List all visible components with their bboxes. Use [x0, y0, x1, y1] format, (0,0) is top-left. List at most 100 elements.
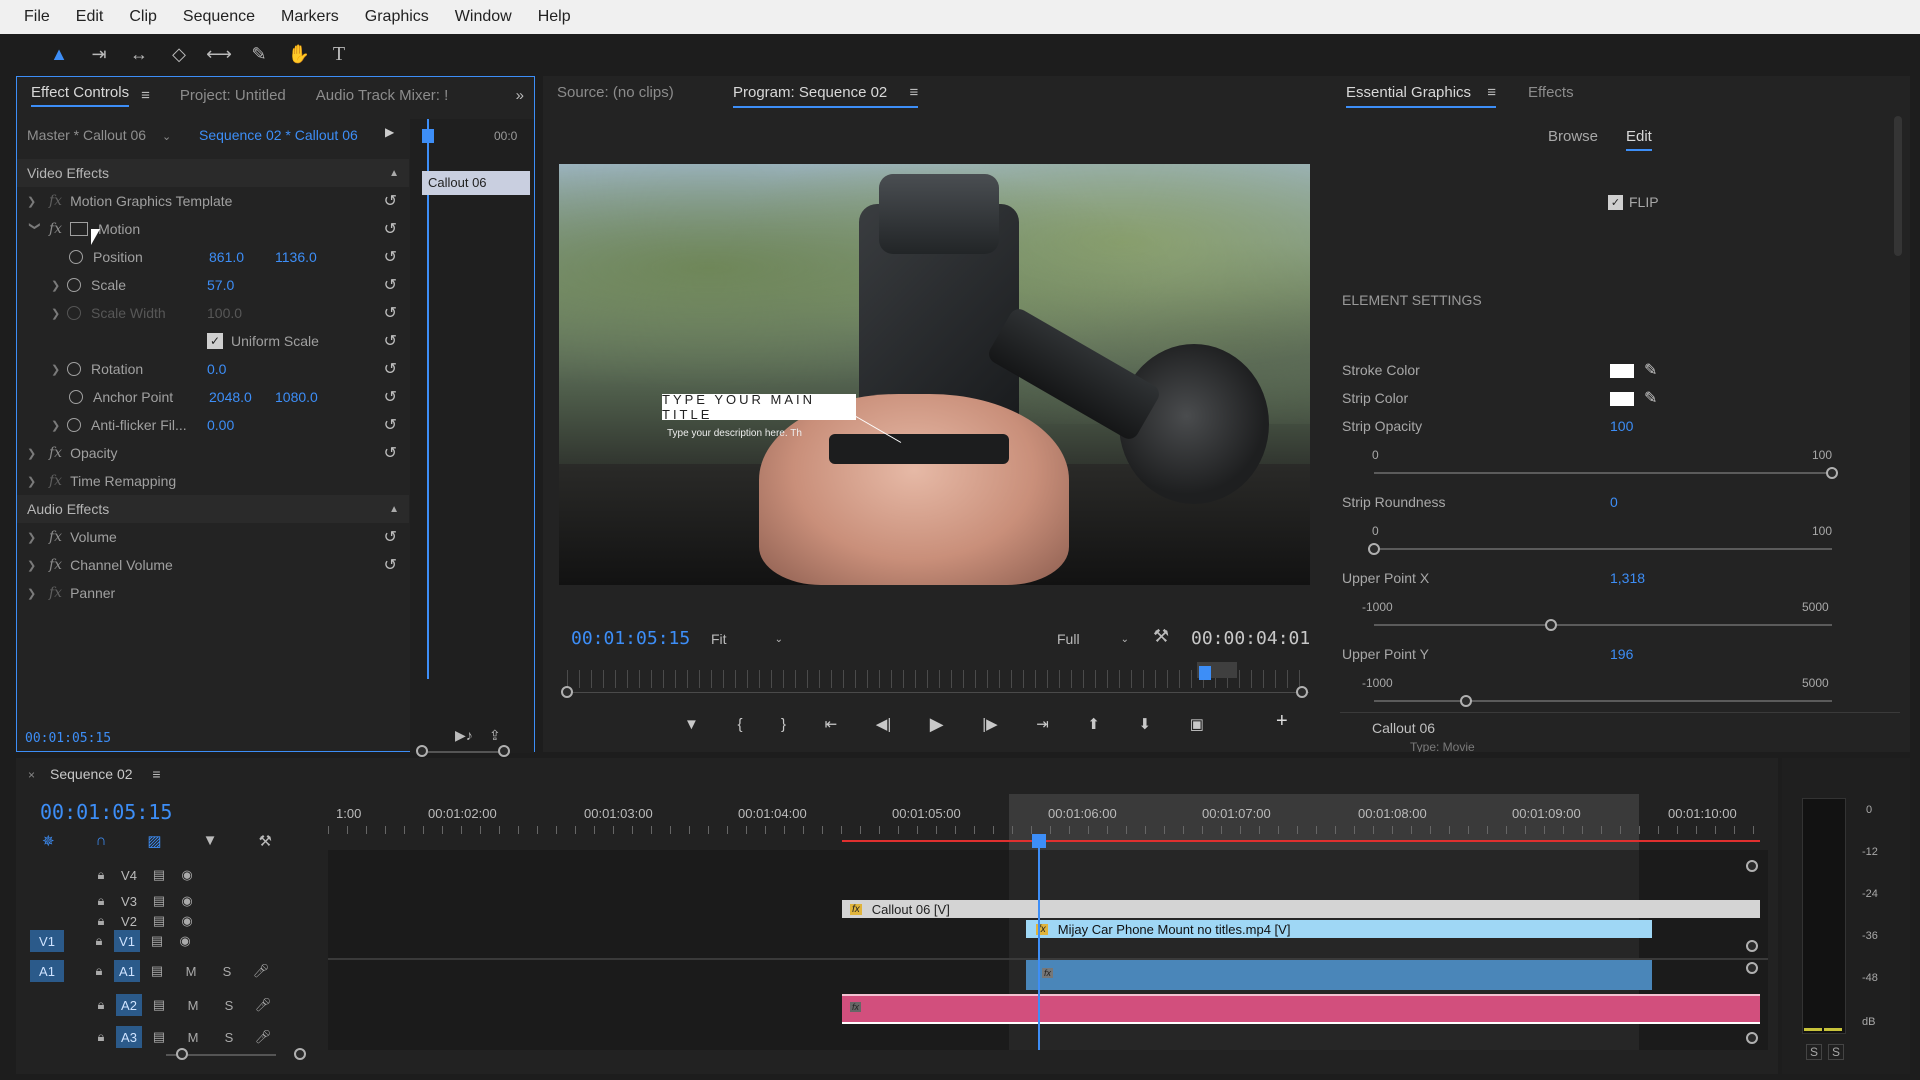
anti-flicker-value[interactable]: 0.00: [207, 417, 234, 433]
source-patch-a1[interactable]: A1: [30, 960, 64, 982]
zoom-dropdown[interactable]: Fit ⌄: [705, 628, 789, 650]
reset-icon[interactable]: ↺: [384, 387, 397, 407]
expand-chevron-icon[interactable]: ❯: [51, 279, 67, 292]
menu-graphics[interactable]: Graphics: [365, 8, 429, 26]
lift-icon[interactable]: ⬆: [1087, 715, 1100, 733]
go-to-out-icon[interactable]: ⇥: [1036, 715, 1049, 733]
browse-tab[interactable]: Browse: [1548, 128, 1598, 145]
edit-tab[interactable]: Edit: [1626, 128, 1652, 151]
tab-program[interactable]: Program: Sequence 02 ≡: [733, 84, 919, 108]
hand-tool-icon[interactable]: ✋: [288, 43, 310, 65]
effect-motion[interactable]: ❯ fx Motion ↺: [17, 215, 409, 243]
fx-icon[interactable]: fx: [49, 557, 62, 573]
eye-icon[interactable]: ◉: [174, 931, 196, 951]
play-icon[interactable]: ▶: [930, 714, 944, 735]
close-tab-icon[interactable]: ×: [28, 768, 35, 782]
lock-icon[interactable]: 🔒︎: [88, 961, 110, 981]
toggle-sync-icon[interactable]: ▤: [146, 961, 168, 981]
effect-motion-graphics-template[interactable]: ❯ fx Motion Graphics Template ↺: [17, 187, 409, 215]
program-timecode[interactable]: 00:01:05:15: [571, 628, 690, 649]
button-editor-plus-icon[interactable]: +: [1276, 710, 1288, 733]
lock-icon[interactable]: 🔒︎: [88, 931, 110, 951]
mic-icon[interactable]: 🎤︎: [252, 995, 274, 1015]
program-video-frame[interactable]: TYPE YOUR MAIN TITLE Type your descripti…: [559, 164, 1310, 585]
expand-chevron-icon[interactable]: ❯: [27, 531, 43, 544]
stopwatch-icon[interactable]: [67, 278, 81, 292]
upper-point-y-value[interactable]: 196: [1610, 646, 1633, 662]
solo-right-button[interactable]: S: [1828, 1044, 1844, 1060]
scrubber-track[interactable]: [567, 692, 1309, 693]
position-y-value[interactable]: 1136.0: [275, 249, 317, 265]
prop-scale[interactable]: ❯ Scale 57.0 ↺: [17, 271, 409, 299]
more-panels-icon[interactable]: »: [516, 87, 524, 104]
clip-audio-a2[interactable]: fx: [842, 994, 1760, 1024]
strip-roundness-slider[interactable]: [1374, 548, 1832, 550]
upper-point-x-slider-knob[interactable]: [1544, 619, 1557, 631]
mini-zoom-left-handle[interactable]: [416, 745, 428, 757]
fx-icon[interactable]: fx: [49, 445, 62, 461]
strip-opacity-slider[interactable]: [1374, 472, 1832, 474]
prop-anti-flicker[interactable]: ❯ Anti-flicker Fil... 0.00 ↺: [17, 411, 409, 439]
playhead-head[interactable]: [1032, 834, 1046, 848]
track-label-v4[interactable]: V4: [116, 864, 142, 886]
scale-value[interactable]: 57.0: [207, 277, 234, 293]
slip-tool-icon[interactable]: ⟷: [206, 43, 232, 65]
tab-effect-menu-icon[interactable]: ≡: [141, 87, 150, 104]
type-tool-icon[interactable]: T: [328, 43, 350, 65]
expand-chevron-icon[interactable]: ❯: [27, 475, 43, 488]
reset-icon[interactable]: ↺: [384, 191, 397, 211]
solo-button[interactable]: S: [218, 1027, 240, 1047]
menu-window[interactable]: Window: [455, 8, 512, 26]
panel-menu-icon[interactable]: ≡: [1487, 84, 1496, 101]
stroke-color-swatch[interactable]: [1610, 364, 1634, 378]
strip-color-swatch[interactable]: [1610, 392, 1634, 406]
expand-chevron-icon[interactable]: ❯: [27, 195, 43, 208]
uniform-scale-checkbox[interactable]: ✓: [207, 333, 223, 349]
reset-icon[interactable]: ↺: [384, 275, 397, 295]
mark-in-icon[interactable]: {: [737, 716, 742, 733]
lock-icon[interactable]: 🔒︎: [90, 995, 112, 1015]
tab-source[interactable]: Source: (no clips): [557, 84, 674, 101]
toggle-sync-icon[interactable]: ▤: [148, 1027, 170, 1047]
play-only-audio-icon[interactable]: ▶♪: [455, 727, 473, 744]
zoom-right-handle[interactable]: [294, 1048, 306, 1060]
solo-left-button[interactable]: S: [1806, 1044, 1822, 1060]
expand-chevron-icon[interactable]: ❯: [51, 363, 67, 376]
prop-anchor-point[interactable]: Anchor Point 2048.0 1080.0 ↺: [17, 383, 409, 411]
linked-selection-icon[interactable]: ▨: [147, 832, 161, 854]
panel-menu-icon[interactable]: ≡: [909, 84, 918, 101]
vertical-zoom-handle[interactable]: [1746, 1032, 1758, 1044]
strip-opacity-slider-knob[interactable]: [1826, 467, 1838, 479]
reset-icon[interactable]: ↺: [384, 359, 397, 379]
nest-sequence-icon[interactable]: ✵: [42, 832, 55, 854]
track-select-tool-icon[interactable]: ⇥: [88, 43, 110, 65]
flip-checkbox[interactable]: ✓ FLIP: [1608, 194, 1659, 210]
vertical-zoom-handle[interactable]: [1746, 940, 1758, 952]
eyedropper-icon[interactable]: ✎: [1644, 360, 1657, 380]
tab-sequence[interactable]: Sequence 02 ≡: [50, 766, 161, 782]
effect-controls-timecode[interactable]: 00:01:05:15: [25, 731, 111, 746]
eyedropper-icon[interactable]: ✎: [1644, 388, 1657, 408]
strip-roundness-slider-knob[interactable]: [1368, 543, 1380, 555]
extract-icon[interactable]: ⬇: [1139, 715, 1152, 733]
timeline-playhead[interactable]: [1038, 840, 1040, 1050]
upper-point-y-slider[interactable]: [1374, 700, 1832, 702]
ripple-edit-tool-icon[interactable]: ↔: [128, 43, 150, 65]
panel-scrollbar[interactable]: [1894, 116, 1902, 256]
track-label-a1[interactable]: A1: [114, 960, 140, 982]
expand-chevron-icon[interactable]: ❯: [27, 587, 43, 600]
effect-opacity[interactable]: ❯ fx Opacity ↺: [17, 439, 409, 467]
effect-volume[interactable]: ❯ fx Volume ↺: [17, 523, 409, 551]
add-marker-icon[interactable]: ▼: [203, 832, 218, 854]
sequence-clip-link[interactable]: Sequence 02 * Callout 06: [199, 127, 358, 143]
eye-icon[interactable]: ◉: [176, 865, 198, 885]
add-marker-icon[interactable]: ▼: [684, 716, 699, 733]
menu-sequence[interactable]: Sequence: [183, 8, 255, 26]
anchor-y-value[interactable]: 1080.0: [275, 389, 318, 405]
menu-edit[interactable]: Edit: [76, 8, 104, 26]
panel-menu-icon[interactable]: ≡: [152, 766, 160, 782]
rotation-value[interactable]: 0.0: [207, 361, 226, 377]
scrubber-start-handle[interactable]: [561, 686, 573, 698]
reset-icon[interactable]: ↺: [384, 219, 397, 239]
mini-timeline[interactable]: 00:0 Callout 06: [410, 119, 534, 757]
